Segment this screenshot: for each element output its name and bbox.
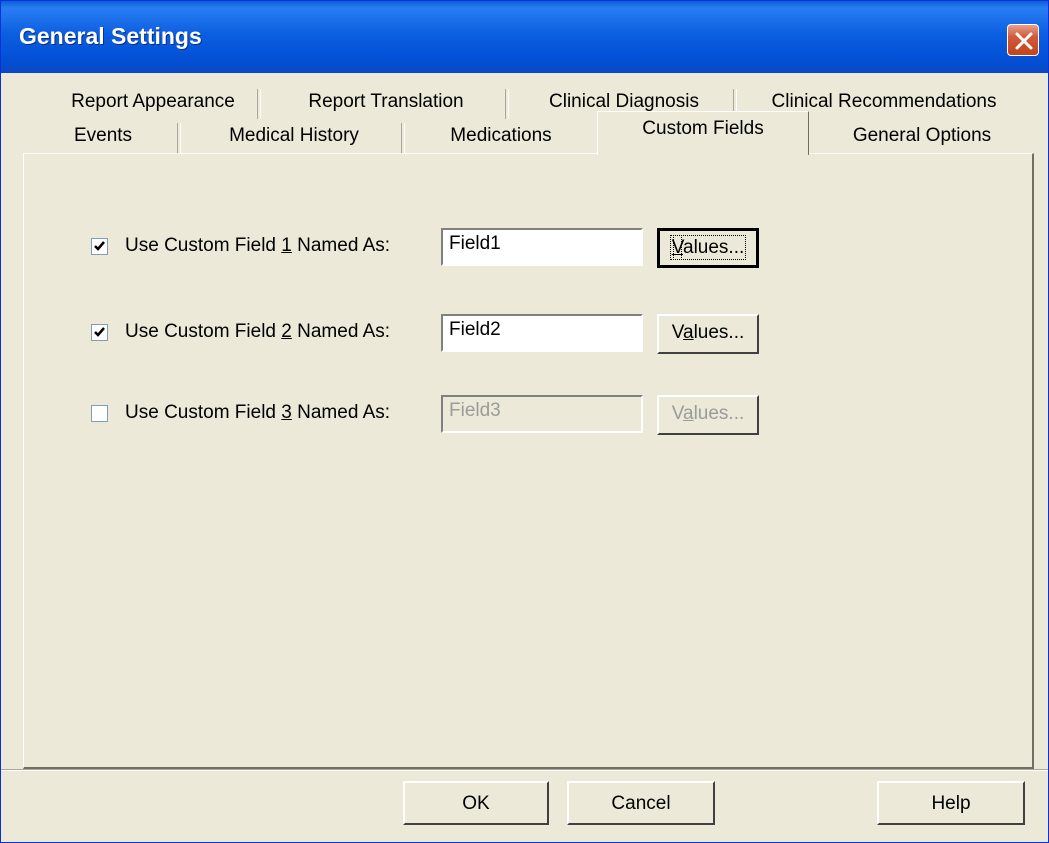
- checkmark-icon: [94, 327, 105, 337]
- custom-field-3-values-button[interactable]: Values...: [657, 395, 759, 435]
- tab-medications[interactable]: Medications: [407, 119, 595, 155]
- custom-field-1-checkbox[interactable]: [91, 238, 108, 255]
- close-icon: [1015, 32, 1033, 50]
- custom-field-1-label: Use Custom Field 1 Named As:: [125, 235, 391, 256]
- custom-field-3-name-input[interactable]: Field3: [441, 395, 643, 433]
- help-button[interactable]: Help: [877, 781, 1025, 825]
- ok-button[interactable]: OK: [403, 781, 549, 825]
- general-settings-dialog: General Settings Report Appearance Repor…: [0, 0, 1049, 843]
- custom-field-1-values-button[interactable]: Values...: [657, 228, 759, 268]
- close-button[interactable]: [1007, 24, 1039, 56]
- window-title: General Settings: [19, 23, 202, 49]
- checkmark-icon: [94, 241, 105, 251]
- custom-field-3-label: Use Custom Field 3 Named As:: [125, 402, 391, 423]
- custom-field-2-label: Use Custom Field 2 Named As:: [125, 321, 391, 342]
- tab-general-options[interactable]: General Options: [811, 119, 1033, 155]
- title-bar[interactable]: General Settings: [1, 1, 1048, 73]
- tab-medical-history[interactable]: Medical History: [183, 119, 405, 155]
- tab-report-appearance[interactable]: Report Appearance: [45, 85, 261, 121]
- custom-field-2-values-button[interactable]: Values...: [657, 314, 759, 354]
- tab-report-translation[interactable]: Report Translation: [263, 85, 509, 121]
- custom-field-1-name-input[interactable]: Field1: [441, 228, 643, 266]
- bottom-divider: [1, 769, 1048, 771]
- cancel-button[interactable]: Cancel: [567, 781, 715, 825]
- tab-custom-fields[interactable]: Custom Fields: [597, 111, 809, 155]
- custom-field-3-checkbox[interactable]: [91, 405, 108, 422]
- tab-events[interactable]: Events: [25, 119, 181, 155]
- custom-field-2-name-input[interactable]: Field2: [441, 314, 643, 352]
- custom-field-2-checkbox[interactable]: [91, 324, 108, 341]
